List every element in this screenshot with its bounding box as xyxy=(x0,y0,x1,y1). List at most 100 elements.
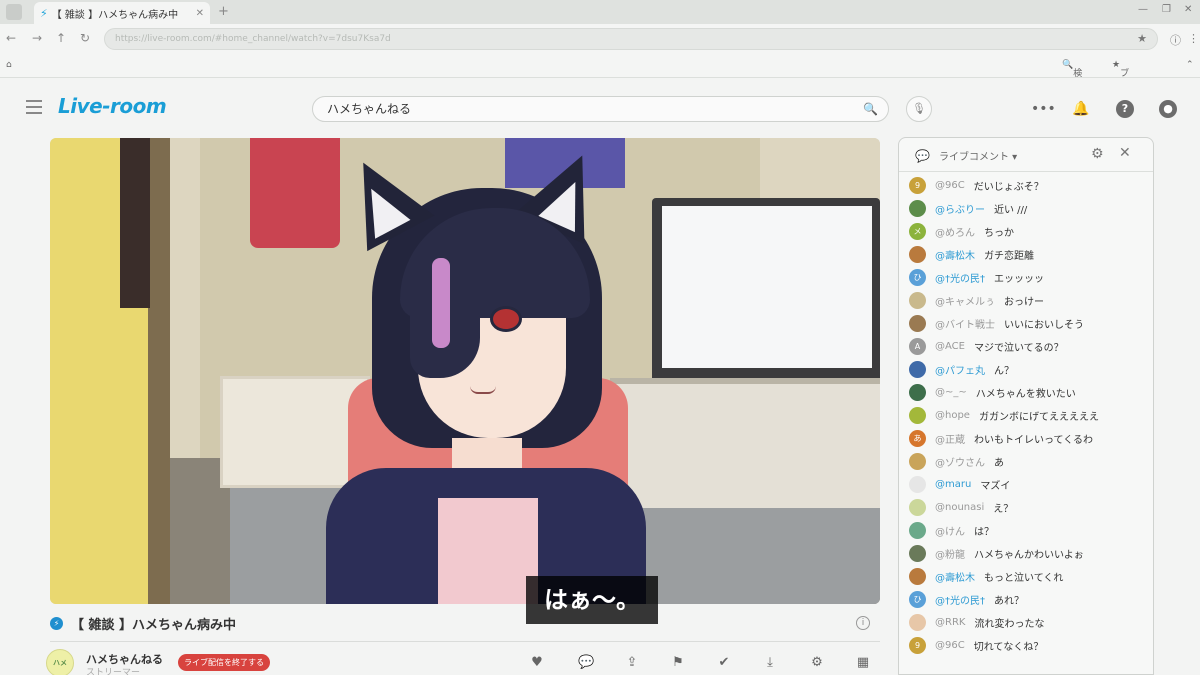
comment-icon[interactable]: 💬 xyxy=(578,655,594,670)
chat-username[interactable]: @†光の民† xyxy=(935,270,985,285)
chat-text: いいにおいしそう xyxy=(1004,320,1084,331)
user-avatar[interactable] xyxy=(909,522,926,539)
forward-icon[interactable]: → xyxy=(32,31,42,45)
chat-text: もっと泣いてくれ xyxy=(984,573,1064,584)
search-bookmark[interactable]: 🔍 検索 xyxy=(1062,60,1082,92)
grid-icon[interactable]: ▦ xyxy=(855,655,871,670)
user-avatar[interactable] xyxy=(909,384,926,401)
chat-text: え？ xyxy=(993,504,1014,515)
chat-username[interactable]: @ゾウさん xyxy=(935,454,985,469)
search-input[interactable]: ハメちゃんねる 🔍 xyxy=(312,96,889,122)
chat-username[interactable]: @nounasi xyxy=(935,502,984,513)
chat-username[interactable]: @パフェ丸 xyxy=(935,362,985,377)
chat-message: あ @正蔵 わいもトイレいってくるわ xyxy=(899,427,1153,450)
expand-icon[interactable]: ⌃ xyxy=(1186,60,1194,70)
menu-icon[interactable]: ⋮ xyxy=(1188,32,1199,45)
user-avatar[interactable]: A xyxy=(909,338,926,355)
user-avatar[interactable]: 9 xyxy=(909,637,926,654)
close-tab-icon[interactable]: ✕ xyxy=(196,8,204,19)
chat-text: おっけー xyxy=(1004,297,1044,308)
chat-username[interactable]: @粉龍 xyxy=(935,546,965,561)
chat-text: 近い /// xyxy=(994,205,1028,216)
user-avatar[interactable]: ひ xyxy=(909,591,926,608)
help-icon[interactable]: ? xyxy=(1116,100,1134,118)
settings-icon[interactable]: ⚙ xyxy=(809,655,825,670)
chat-username[interactable]: @けん xyxy=(935,523,965,538)
user-avatar[interactable]: ひ xyxy=(909,269,926,286)
logo[interactable]: Live-room xyxy=(58,94,167,118)
close-window-icon[interactable]: ✕ xyxy=(1184,4,1192,15)
user-avatar[interactable]: メ xyxy=(909,223,926,240)
chat-username[interactable]: @hope xyxy=(935,410,970,421)
chat-username[interactable]: @maru xyxy=(935,479,971,490)
chat-username[interactable]: @壽松木 xyxy=(935,247,975,262)
chat-username[interactable]: @ACE xyxy=(935,341,965,352)
user-avatar[interactable] xyxy=(909,292,926,309)
user-avatar[interactable]: 9 xyxy=(909,177,926,194)
heart-icon[interactable]: ♥ xyxy=(529,655,545,670)
browser-tab-bar: ⚡ 【 雑談 】ハメちゃん病み中 ✕ + — ❐ ✕ xyxy=(0,0,1200,24)
chat-message: @けん は？ xyxy=(899,519,1153,542)
reload-icon[interactable]: ↻ xyxy=(80,31,90,45)
user-avatar[interactable] xyxy=(909,407,926,424)
chat-username[interactable]: @バイト戦士 xyxy=(935,316,995,331)
back-icon[interactable]: ← xyxy=(6,31,16,45)
chat-username[interactable]: @壽松木 xyxy=(935,569,975,584)
download-icon[interactable]: ⤓ xyxy=(762,655,778,670)
account-icon[interactable]: ● xyxy=(1159,100,1177,118)
user-avatar[interactable] xyxy=(909,315,926,332)
chat-text: わいもトイレいってくるわ xyxy=(974,435,1093,446)
bookmark-link[interactable]: ★ ブックマーク xyxy=(1112,60,1129,144)
video-player[interactable] xyxy=(50,138,880,604)
info-icon[interactable]: ⓘ xyxy=(1170,32,1181,48)
url-field[interactable]: https://live-room.com/#home_channel/watc… xyxy=(104,28,1158,50)
chat-username[interactable]: @96C xyxy=(935,180,965,191)
user-avatar[interactable] xyxy=(909,476,926,493)
maximize-icon[interactable]: ❐ xyxy=(1162,4,1171,15)
user-avatar[interactable] xyxy=(909,200,926,217)
chat-username[interactable]: @†光の民† xyxy=(935,592,985,607)
window-menu-icon[interactable] xyxy=(6,4,22,20)
chat-message: ひ @†光の民† エッッッッ xyxy=(899,266,1153,289)
chat-username[interactable]: @~_~ xyxy=(935,387,967,398)
search-icon[interactable]: 🔍 xyxy=(863,97,878,121)
user-avatar[interactable] xyxy=(909,614,926,631)
user-avatar[interactable] xyxy=(909,499,926,516)
chat-username[interactable]: @96C xyxy=(935,640,965,651)
chat-username[interactable]: @RRK xyxy=(935,617,965,628)
user-avatar[interactable] xyxy=(909,545,926,562)
flag-icon[interactable]: ⚑ xyxy=(670,655,686,670)
chat-title[interactable]: ライブコメント ▾ xyxy=(939,148,1017,163)
more-icon[interactable]: ••• xyxy=(1031,100,1056,118)
home-icon[interactable]: ⌂ xyxy=(6,60,12,70)
chat-username[interactable]: @キャメルぅ xyxy=(935,293,995,308)
chat-message: @RRK 流れ変わったな xyxy=(899,611,1153,634)
bell-icon[interactable]: 🔔 xyxy=(1072,100,1090,118)
user-avatar[interactable] xyxy=(909,361,926,378)
channel-avatar[interactable]: ハメ xyxy=(46,649,74,675)
share-icon[interactable]: ⇪ xyxy=(624,655,640,670)
hamburger-menu-icon[interactable] xyxy=(26,100,42,114)
up-icon[interactable]: ↑ xyxy=(56,31,66,45)
user-avatar[interactable] xyxy=(909,568,926,585)
new-tab-icon[interactable]: + xyxy=(218,4,229,19)
info-icon[interactable]: i xyxy=(856,616,870,630)
browser-tab[interactable]: ⚡ 【 雑談 】ハメちゃん病み中 ✕ xyxy=(34,2,210,24)
user-avatar[interactable] xyxy=(909,246,926,263)
chat-message: 9 @96C だいじょぶそ？ xyxy=(899,174,1153,197)
chat-text: あれ？ xyxy=(994,596,1024,607)
chat-settings-icon[interactable]: ⚙ xyxy=(1091,146,1104,162)
chat-username[interactable]: @正蔵 xyxy=(935,431,965,446)
chat-username[interactable]: @らぶりー xyxy=(935,201,985,216)
chat-username[interactable]: @めろん xyxy=(935,224,975,239)
microphone-icon[interactable]: 🎙 xyxy=(906,96,932,122)
chat-message: @maru マズイ xyxy=(899,473,1153,496)
end-live-button[interactable]: ライブ配信を終了する xyxy=(178,654,270,671)
minimize-icon[interactable]: — xyxy=(1138,4,1148,15)
user-avatar[interactable] xyxy=(909,453,926,470)
user-avatar[interactable]: あ xyxy=(909,430,926,447)
check-icon[interactable]: ✔ xyxy=(716,655,732,670)
star-icon[interactable]: ★ xyxy=(1137,29,1147,49)
chat-close-icon[interactable]: ✕ xyxy=(1119,145,1131,161)
live-icon: ⚡ xyxy=(50,617,63,630)
